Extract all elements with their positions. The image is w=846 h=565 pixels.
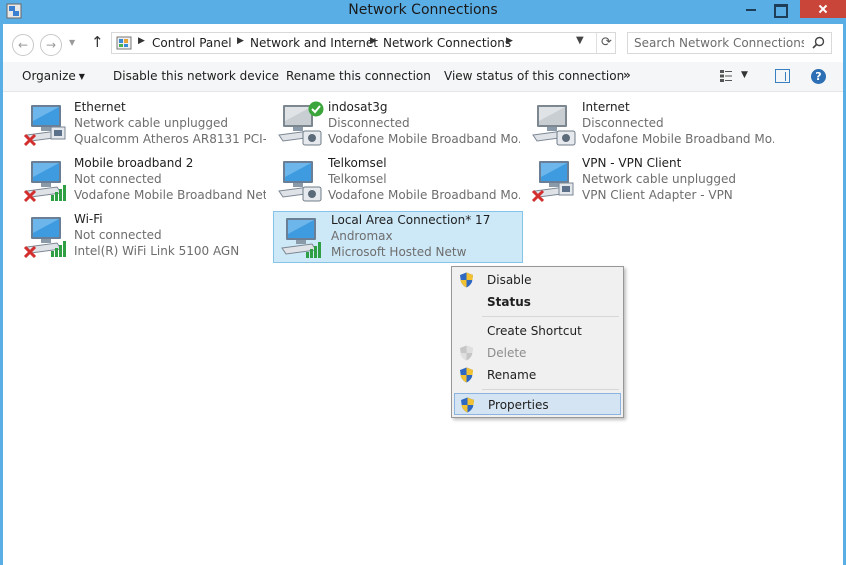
up-button[interactable]: ↑ xyxy=(91,33,104,51)
connection-item-indosat3g[interactable]: indosat3g Disconnected Vodafone Mobile B… xyxy=(271,99,521,151)
connection-device: Microsoft Hosted Netw xyxy=(331,245,467,259)
connection-item-mobile-broadband-2[interactable]: Mobile broadband 2 Not connected Vodafon… xyxy=(17,155,267,207)
menu-item-create-shortcut[interactable]: Create Shortcut xyxy=(454,320,621,342)
menu-item-label: Rename xyxy=(487,368,537,382)
breadcrumb-network-connections[interactable]: Network Connections xyxy=(383,36,511,50)
error-x-icon xyxy=(531,189,545,203)
connected-check-icon xyxy=(308,101,324,117)
breadcrumb-control-panel[interactable]: Control Panel xyxy=(152,36,232,50)
connection-device: Qualcomm Atheros AR8131 PCI-E... xyxy=(74,132,266,146)
breadcrumb-chevron-icon[interactable]: ▶ xyxy=(370,36,377,46)
preview-pane-icon[interactable] xyxy=(775,69,790,83)
organize-label: Organize xyxy=(22,69,76,83)
error-x-icon xyxy=(23,133,37,147)
connection-item-local-area-connection-17[interactable]: Local Area Connection* 17 Andromax Micro… xyxy=(273,211,523,263)
connection-name: Mobile broadband 2 xyxy=(74,156,194,170)
connection-name: Internet xyxy=(582,100,630,114)
help-icon[interactable]: ? xyxy=(811,69,826,84)
menu-item-status[interactable]: Status xyxy=(454,291,621,313)
hosted-network-icon xyxy=(281,218,321,258)
dialup-modem-icon xyxy=(278,161,322,202)
menu-item-disable[interactable]: Disable xyxy=(454,269,621,291)
back-button[interactable]: ← xyxy=(12,34,34,56)
connection-name: Wi-Fi xyxy=(74,212,103,226)
connection-name: Local Area Connection* 17 xyxy=(331,213,491,227)
menu-item-label: Status xyxy=(487,295,531,309)
menu-item-label: Delete xyxy=(487,346,527,360)
connection-status: Disconnected xyxy=(582,116,664,130)
menu-item-delete[interactable]: Delete xyxy=(454,342,621,364)
connection-status: Network cable unplugged xyxy=(582,172,737,186)
command-bar: Organize ▼ Disable this network device Re… xyxy=(3,62,843,92)
close-button[interactable] xyxy=(800,0,846,18)
connection-status: Not connected xyxy=(74,228,162,242)
error-x-icon xyxy=(23,189,37,203)
breadcrumb-chevron-icon[interactable]: ▶ xyxy=(237,36,244,46)
connection-name: Ethernet xyxy=(74,100,126,114)
rename-connection-button[interactable]: Rename this connection xyxy=(286,69,431,83)
chevron-down-icon: ▼ xyxy=(78,72,85,81)
address-bar[interactable]: ▶ Control Panel ▶ Network and Internet ▶… xyxy=(111,32,616,54)
connection-device: Intel(R) WiFi Link 5100 AGN xyxy=(74,244,240,258)
control-panel-icon xyxy=(116,36,132,50)
connection-item-internet[interactable]: Internet Disconnected Vodafone Mobile Br… xyxy=(525,99,775,151)
connection-status: Disconnected xyxy=(328,116,410,130)
uac-shield-icon xyxy=(460,272,473,288)
address-row: ← → ▼ ↑ ▶ Control Panel ▶ Network and In… xyxy=(3,24,843,62)
menu-item-label: Create Shortcut xyxy=(487,324,582,338)
menu-item-properties[interactable]: Properties xyxy=(454,393,621,415)
connection-name: Telkomsel xyxy=(328,156,387,170)
connection-status: Network cable unplugged xyxy=(74,116,229,130)
menu-separator xyxy=(482,316,619,317)
search-input[interactable] xyxy=(634,35,804,51)
change-view-icon[interactable] xyxy=(719,69,733,83)
breadcrumb-chevron-icon[interactable]: ▶ xyxy=(506,36,513,46)
refresh-icon[interactable]: ⟳ xyxy=(596,33,616,53)
connection-device: VPN Client Adapter - VPN xyxy=(582,188,733,202)
view-options-dropdown-icon[interactable]: ▼ xyxy=(741,70,748,80)
explorer-window: ← → ▼ ↑ ▶ Control Panel ▶ Network and In… xyxy=(3,24,843,565)
recent-locations-dropdown-icon[interactable]: ▼ xyxy=(69,38,75,47)
forward-button[interactable]: → xyxy=(40,34,62,56)
connection-device: Vodafone Mobile Broadband Mo... xyxy=(328,188,520,202)
menu-item-label: Disable xyxy=(487,273,532,287)
connection-device: Vodafone Mobile Broadband Net... xyxy=(74,188,266,202)
dialup-modem-icon xyxy=(532,105,576,146)
menu-item-label: Properties xyxy=(488,398,549,412)
breadcrumb-chevron-icon[interactable]: ▶ xyxy=(138,36,145,46)
uac-shield-icon xyxy=(460,367,473,383)
uac-shield-icon xyxy=(461,397,474,413)
breadcrumb-network-and-internet[interactable]: Network and Internet xyxy=(250,36,378,50)
connection-item-vpn-client[interactable]: VPN - VPN Client Network cable unplugged… xyxy=(525,155,775,207)
connection-name: indosat3g xyxy=(328,100,388,114)
connection-status: Andromax xyxy=(331,229,393,243)
context-menu: Disable Status Create Shortcut Delete Re… xyxy=(451,266,624,418)
window-title: Network Connections xyxy=(348,2,498,18)
connection-item-telkomsel[interactable]: Telkomsel Telkomsel Vodafone Mobile Broa… xyxy=(271,155,521,207)
view-status-button[interactable]: View status of this connection xyxy=(444,69,624,83)
maximize-button[interactable] xyxy=(766,0,792,18)
connection-item-wi-fi[interactable]: Wi-Fi Not connected Intel(R) WiFi Link 5… xyxy=(17,211,267,263)
connection-device: Vodafone Mobile Broadband Mo... xyxy=(582,132,774,146)
title-bar: Network Connections xyxy=(0,0,846,24)
error-x-icon xyxy=(23,245,37,259)
connections-view: Ethernet Network cable unplugged Qualcom… xyxy=(3,93,843,565)
search-box[interactable] xyxy=(627,32,832,54)
menu-separator xyxy=(482,389,619,390)
connection-status: Not connected xyxy=(74,172,162,186)
minimize-button[interactable] xyxy=(738,0,764,18)
uac-shield-icon xyxy=(460,345,473,361)
menu-item-rename[interactable]: Rename xyxy=(454,364,621,386)
address-dropdown-icon[interactable]: ▼ xyxy=(576,35,584,46)
connection-item-ethernet[interactable]: Ethernet Network cable unplugged Qualcom… xyxy=(17,99,267,151)
more-commands-button[interactable]: » xyxy=(623,68,631,82)
disable-device-button[interactable]: Disable this network device xyxy=(113,69,279,83)
connection-status: Telkomsel xyxy=(328,172,387,186)
connection-name: VPN - VPN Client xyxy=(582,156,682,170)
search-icon[interactable] xyxy=(812,36,825,49)
organize-button[interactable]: Organize ▼ xyxy=(22,69,85,83)
connection-device: Vodafone Mobile Broadband Mo... xyxy=(328,132,520,146)
